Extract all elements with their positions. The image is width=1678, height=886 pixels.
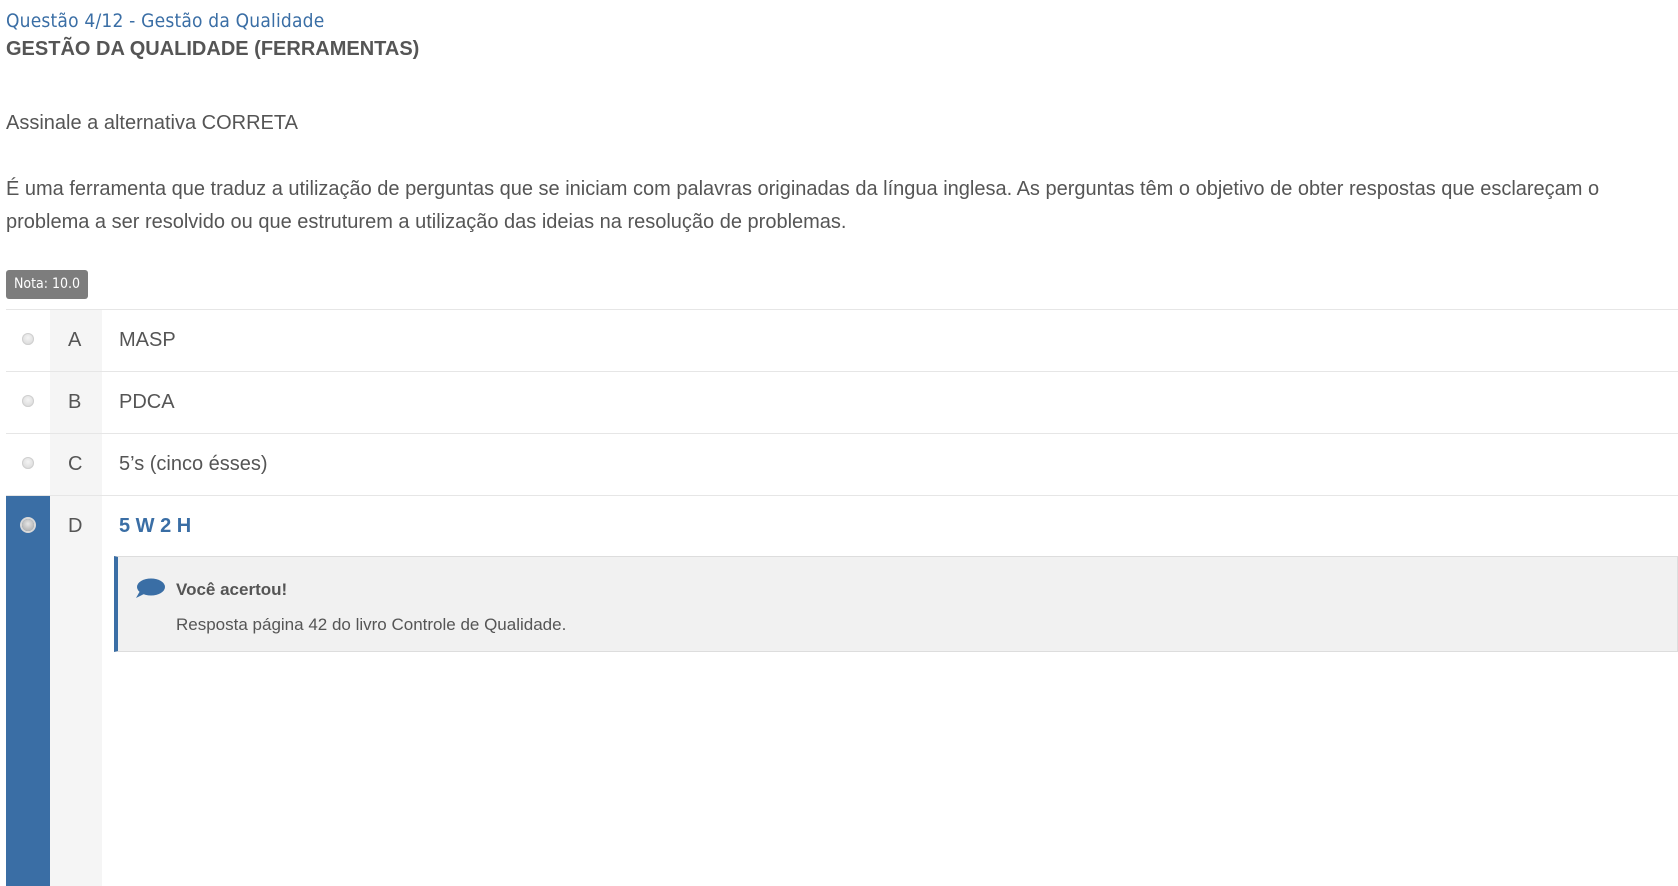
question-statement: É uma ferramenta que traduz a utilização… [6,178,1600,233]
speech-bubble-icon [134,578,166,600]
alternative-c[interactable]: C 5’s (cinco ésses) [6,433,1678,495]
feedback-text: Resposta página 42 do livro Controle de … [176,615,567,634]
alternative-letter: D [68,515,83,537]
alternative-b[interactable]: B PDCA [6,371,1678,433]
alternative-a[interactable]: A MASP [6,309,1678,371]
question-subject: GESTÃO DA QUALIDADE (FERRAMENTAS) [6,38,420,60]
radio-b[interactable] [22,395,34,407]
alternative-letter: A [68,329,82,351]
alternative-gutter [6,434,50,495]
alternative-letter: B [68,391,82,413]
question-header: Questão 4/12 - Gestão da Qualidade GESTÃ… [6,8,1666,62]
question-title: Questão 4/12 - Gestão da Qualidade [6,10,325,32]
alternative-d[interactable]: D 5 W 2 H Você acertou! Resposta página … [6,495,1678,886]
grade-badge: Nota: 10.0 [6,270,89,299]
alternatives-list: A MASP B PDCA C 5’s (cinco ésses) D 5 W … [6,309,1678,886]
question-instruction: Assinale a alternativa CORRETA [6,112,298,134]
radio-c[interactable] [22,457,34,469]
letter-cell [50,496,102,886]
alternative-gutter [6,372,50,433]
radio-d[interactable] [22,519,34,531]
feedback-box: Você acertou! Resposta página 42 do livr… [114,556,1678,652]
alternative-text: PDCA [119,391,175,413]
alternative-gutter [6,310,50,371]
radio-a[interactable] [22,333,34,345]
selected-indicator [6,496,50,886]
alternative-text: 5 W 2 H [119,515,192,537]
alternative-text: 5’s (cinco ésses) [119,453,268,475]
alternative-text: MASP [119,329,176,351]
feedback-title: Você acertou! [176,580,288,599]
alternative-letter: C [68,453,83,475]
